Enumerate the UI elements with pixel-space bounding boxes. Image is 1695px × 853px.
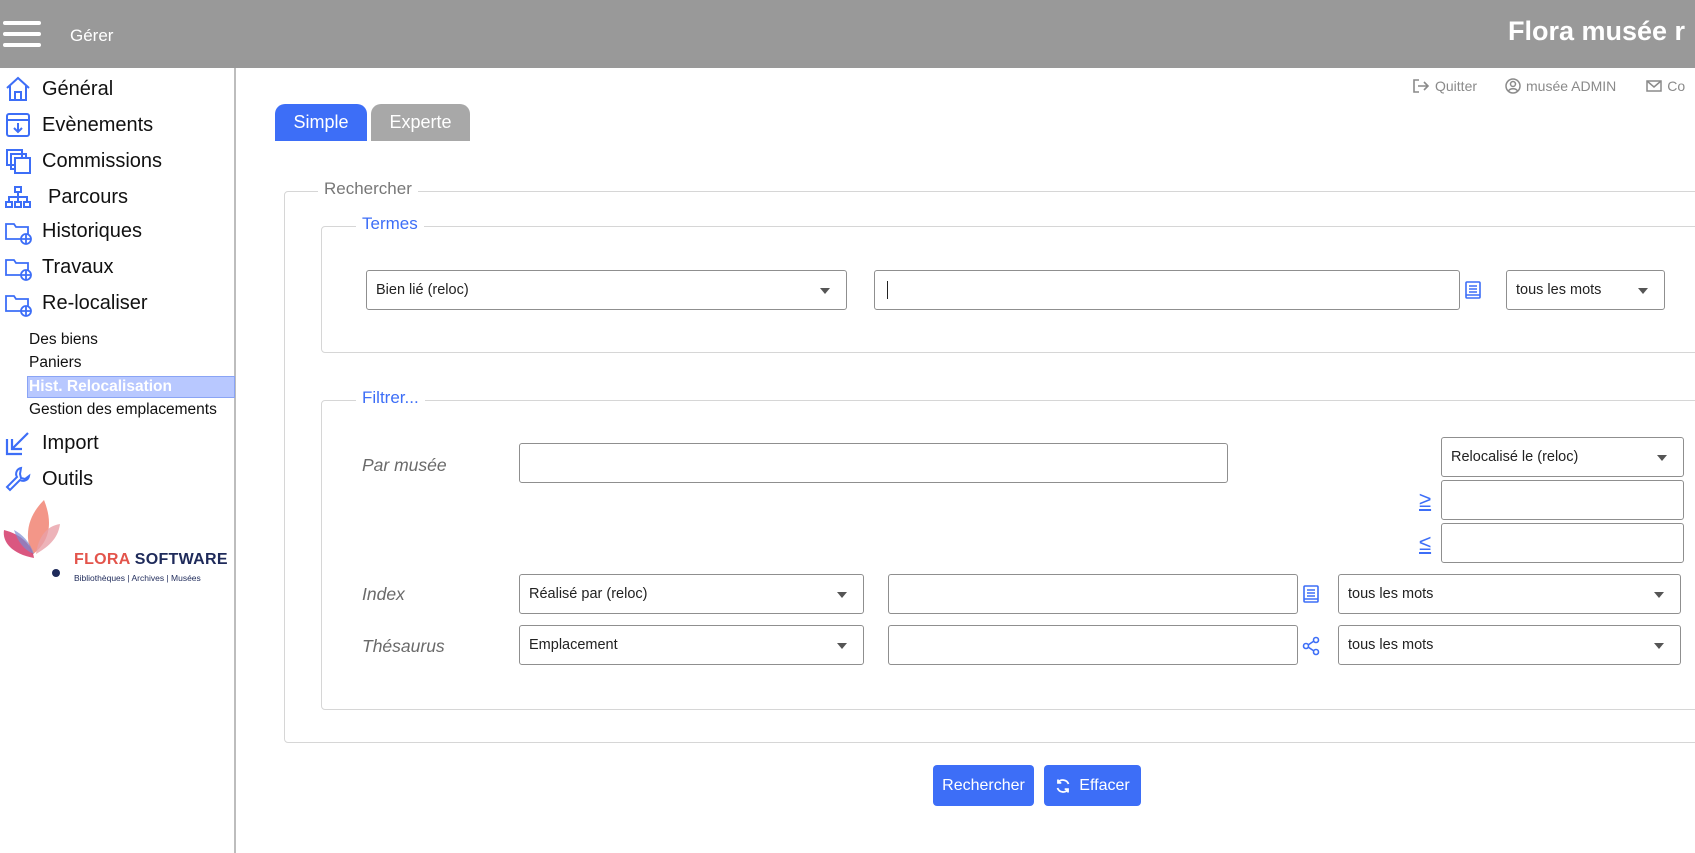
user-links: Quitter musée ADMIN Co (1412, 78, 1685, 94)
clear-button[interactable]: Effacer (1044, 765, 1141, 806)
date-from-input[interactable] (1441, 480, 1684, 520)
sidebar-item-events[interactable]: Evènements (0, 108, 234, 142)
folder-globe-icon (3, 216, 33, 246)
index-label: Index (362, 584, 405, 604)
text-cursor (887, 281, 888, 299)
terms-legend: Termes (356, 214, 424, 234)
less-equal-operator[interactable]: ≤ (1419, 530, 1431, 556)
sidebar-item-parcours[interactable]: Parcours (0, 180, 234, 214)
terms-mode-select[interactable]: tous les mots (1506, 270, 1665, 310)
sidebar-item-label: Evènements (42, 113, 154, 136)
user-circle-icon (1505, 78, 1521, 94)
index-field-select[interactable]: Réalisé par (reloc) (519, 574, 864, 614)
top-bar: Gérer Flora musée r (0, 0, 1695, 68)
sidebar-item-travaux[interactable]: Travaux (0, 250, 234, 284)
date-field-select[interactable]: Relocalisé le (reloc) (1441, 437, 1684, 477)
logo-tagline: Bibliothèques | Archives | Musées (74, 573, 201, 583)
thesaurus-label: Thésaurus (362, 636, 445, 656)
sidebar-item-label: Travaux (42, 255, 114, 278)
home-icon (3, 74, 33, 104)
folder-globe-icon (3, 252, 33, 282)
folder-globe-icon (3, 288, 33, 318)
sidebar-subitem-des-biens[interactable]: Des biens (28, 329, 98, 351)
manage-menu-label[interactable]: Gérer (70, 26, 113, 46)
share-nodes-icon[interactable] (1301, 636, 1321, 656)
sidebar-subitem-gestion-emplacements[interactable]: Gestion des emplacements (28, 399, 217, 421)
quit-link[interactable]: Quitter (1412, 78, 1477, 94)
thesaurus-mode-select[interactable]: tous les mots (1338, 625, 1681, 665)
search-button[interactable]: Rechercher (933, 765, 1034, 806)
sidebar-item-label: Historiques (42, 219, 143, 242)
museum-label: Par musée (362, 455, 447, 475)
sidebar-item-label: Parcours (48, 185, 129, 208)
sitemap-icon (3, 182, 33, 212)
copy-stack-icon (3, 146, 33, 176)
index-mode-select[interactable]: tous les mots (1338, 574, 1681, 614)
tab-expert[interactable]: Experte (371, 104, 470, 141)
sidebar-item-label: Re-localiser (42, 291, 148, 314)
sidebar-item-relocaliser[interactable]: Re-localiser (0, 286, 234, 320)
sidebar-subitem-paniers[interactable]: Paniers (28, 352, 82, 374)
app-title: Flora musée r (1508, 16, 1686, 46)
greater-equal-operator[interactable]: ≥ (1419, 487, 1431, 513)
search-legend: Rechercher (318, 179, 418, 199)
envelope-icon (1646, 80, 1663, 92)
filter-legend: Filtrer... (356, 388, 425, 408)
sidebar-item-general[interactable]: Général (0, 72, 234, 106)
hamburger-menu-icon[interactable] (3, 21, 41, 47)
logo-brand: FLORA SOFTWARE (74, 551, 228, 568)
refresh-icon (1056, 778, 1070, 793)
sidebar-item-historiques[interactable]: Historiques (0, 214, 234, 248)
flora-software-logo (3, 500, 60, 577)
museum-input[interactable] (519, 443, 1228, 483)
thesaurus-value-input[interactable] (888, 625, 1298, 665)
terms-field-select[interactable]: Bien lié (reloc) (366, 270, 847, 310)
inbox-download-icon (3, 110, 33, 140)
book-lookup-icon[interactable] (1463, 280, 1483, 300)
sidebar-item-label: Commissions (42, 149, 163, 172)
sidebar-item-commissions[interactable]: Commissions (0, 144, 234, 178)
sidebar-subitem-hist-relocalisation[interactable]: Hist. Relocalisation (27, 376, 235, 398)
thesaurus-field-select[interactable]: Emplacement (519, 625, 864, 665)
contact-link[interactable]: Co (1646, 78, 1685, 94)
sign-out-icon (1413, 79, 1430, 93)
user-account-link[interactable]: musée ADMIN (1505, 78, 1616, 94)
terms-search-input[interactable] (874, 270, 1460, 310)
date-to-input[interactable] (1441, 523, 1684, 563)
tab-simple[interactable]: Simple (275, 104, 367, 141)
sidebar-item-label: Général (42, 77, 114, 100)
book-lookup-icon[interactable] (1301, 584, 1321, 604)
index-value-input[interactable] (888, 574, 1298, 614)
